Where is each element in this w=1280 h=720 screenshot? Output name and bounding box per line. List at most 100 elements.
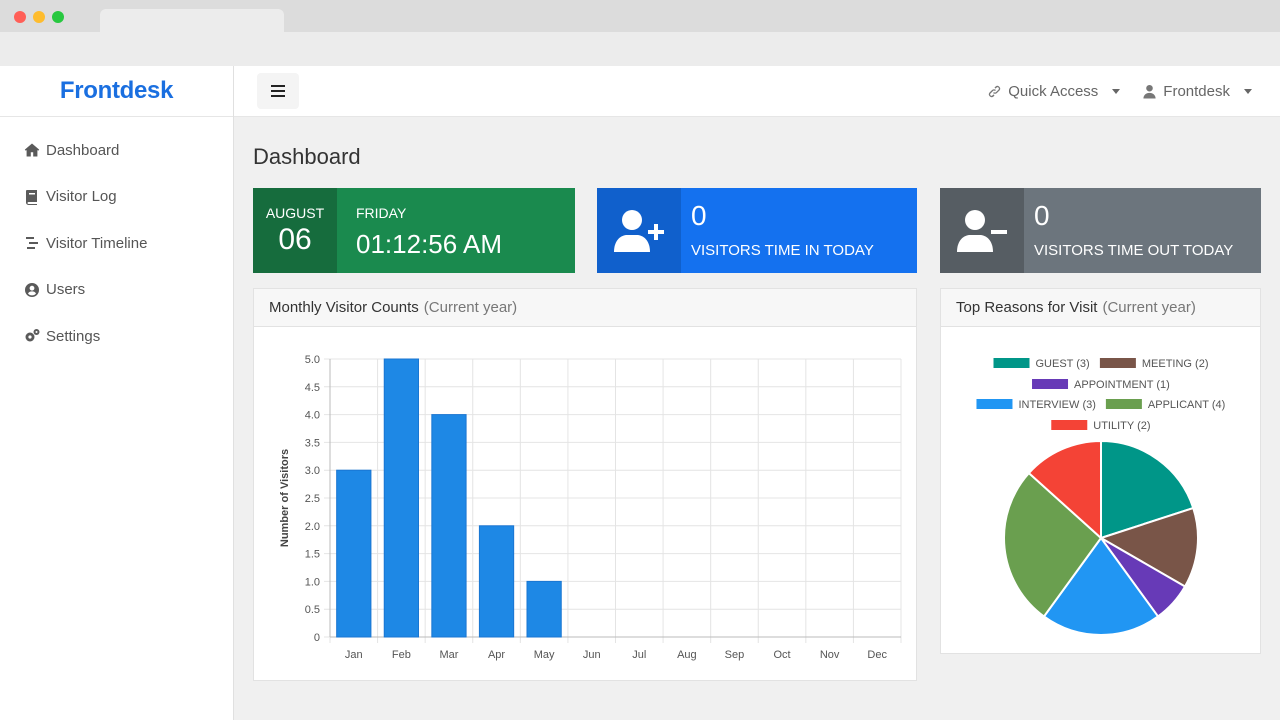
sidebar-item-label: Visitor Log: [46, 188, 117, 206]
time-in-count: 0: [691, 200, 707, 231]
x-tick-label: Oct: [773, 649, 790, 661]
page-title: Dashboard: [253, 144, 361, 169]
day-number: 06: [278, 222, 312, 256]
monthly-bar-chart: 0 0.5 1.0 1.5 2.0 2.5 3.0 3.5 4.0 4.5 5.0 Jan Feb Mar…: [279, 354, 902, 661]
bar: [526, 580, 562, 638]
legend-label: GUEST (3): [1035, 358, 1089, 370]
visitors-time-out-card[interactable]: 0 VISITORS TIME OUT TODAY: [940, 188, 1261, 273]
caret-down-icon: [1244, 89, 1252, 94]
y-tick-label: 2.5: [305, 493, 320, 505]
weekday-label: FRIDAY: [356, 204, 407, 221]
x-tick-label: Nov: [820, 649, 840, 661]
x-tick-label: Dec: [867, 649, 887, 661]
legend-swatch: [1105, 399, 1142, 409]
quick-access-label: Quick Access: [1008, 83, 1099, 100]
legend-swatch: [993, 358, 1030, 368]
sidebar-item-label: Visitor Timeline: [46, 234, 148, 252]
legend-swatch: [1051, 420, 1088, 430]
legend-swatch: [1032, 379, 1069, 389]
brand-text: Frontdesk: [59, 77, 174, 104]
visitors-time-in-card[interactable]: 0 VISITORS TIME IN TODAY: [597, 188, 917, 273]
y-tick-label: 2.0: [305, 521, 320, 533]
sidebar-nav: Dashboard Visitor Log Visitor Timeline U…: [0, 117, 233, 360]
sidebar-toggle-button[interactable]: [257, 73, 299, 109]
x-tick-label: Apr: [488, 649, 505, 661]
window-close-button[interactable]: [14, 11, 26, 23]
user-circle-icon: [23, 281, 41, 299]
sidebar-item-visitor-log[interactable]: Visitor Log: [0, 174, 233, 221]
timeline-icon: [23, 234, 41, 252]
date-block: AUGUST 06: [253, 188, 337, 273]
sidebar-item-settings[interactable]: Settings: [0, 313, 233, 360]
main-content: Dashboard AUGUST 06 FRIDAY 01:12:56 AM 0…: [234, 117, 1280, 720]
time-out-count: 0: [1034, 200, 1050, 231]
sidebar-item-users[interactable]: Users: [0, 267, 233, 314]
book-icon: [23, 188, 41, 206]
browser-tab[interactable]: [100, 9, 284, 32]
user-icon: [1143, 84, 1156, 99]
y-tick-label: 5.0: [305, 354, 320, 366]
top-right-menu: Quick Access Frontdesk: [987, 66, 1252, 117]
sidebar-item-label: Dashboard: [46, 141, 120, 159]
bar: [431, 414, 467, 638]
link-icon: [989, 85, 1001, 98]
legend-label: INTERVIEW (3): [1018, 399, 1095, 411]
legend-label: APPLICANT (4): [1148, 399, 1225, 411]
panel-subtitle: (Current year): [423, 299, 518, 316]
panel-header: Monthly Visitor Counts (Current year): [254, 289, 916, 327]
quick-access-dropdown[interactable]: Quick Access: [987, 83, 1121, 100]
top-reasons-panel: Top Reasons for Visit (Current year) GUE…: [940, 288, 1261, 654]
y-axis-title: Number of Visitors: [279, 449, 291, 547]
date-time-card: AUGUST 06 FRIDAY 01:12:56 AM: [253, 188, 575, 273]
y-tick-label: 1.5: [305, 549, 320, 561]
gears-icon: [23, 327, 41, 345]
x-tick-label: Mar: [439, 649, 458, 661]
user-name-label: Frontdesk: [1163, 83, 1230, 100]
legend-label: MEETING (2): [1142, 358, 1209, 370]
window-minimize-button[interactable]: [33, 11, 45, 23]
x-tick-label: Sep: [725, 649, 745, 661]
clock-time: 01:12:56 AM: [356, 228, 502, 259]
sidebar-item-label: Users: [46, 281, 86, 299]
y-tick-label: 4.0: [305, 410, 320, 422]
legend-label: APPOINTMENT (1): [1074, 379, 1170, 391]
y-tick-label: 0.5: [305, 604, 320, 616]
legend-swatch: [976, 399, 1013, 409]
panel-title: Monthly Visitor Counts: [269, 299, 419, 316]
sidebar-item-visitor-timeline[interactable]: Visitor Timeline: [0, 220, 233, 267]
time-in-label: VISITORS TIME IN TODAY: [691, 242, 874, 259]
sidebar-item-label: Settings: [46, 327, 101, 345]
sidebar-item-dashboard[interactable]: Dashboard: [0, 127, 233, 174]
panel-subtitle: (Current year): [1102, 299, 1196, 316]
user-dropdown[interactable]: Frontdesk: [1142, 83, 1252, 100]
x-tick-label: Aug: [677, 649, 697, 661]
y-tick-label: 0: [314, 632, 320, 644]
home-icon: [23, 141, 41, 159]
brand-logo[interactable]: Frontdesk: [0, 66, 233, 117]
user-plus-icon: [597, 188, 681, 273]
legend-label: UTILITY (2): [1093, 420, 1150, 432]
bar: [478, 525, 515, 638]
y-tick-label: 3.0: [305, 465, 320, 477]
y-tick-label: 3.5: [305, 437, 320, 449]
browser-chrome: [0, 0, 1280, 66]
bar: [336, 469, 372, 638]
caret-down-icon: [1112, 89, 1121, 94]
y-tick-label: 1.0: [305, 576, 320, 588]
x-tick-label: Jun: [583, 649, 601, 661]
bar: [383, 358, 420, 638]
panel-title: Top Reasons for Visit: [956, 299, 1098, 316]
monthly-visitor-counts-panel: Monthly Visitor Counts (Current year) 00…: [253, 288, 917, 681]
x-tick-label: May: [534, 649, 555, 661]
hamburger-icon: [271, 85, 285, 97]
reasons-pie-chart: GUEST (3) MEETING (2) APPOINTMENT (1) INTER…: [976, 358, 1225, 636]
x-tick-label: Feb: [392, 649, 411, 661]
time-out-label: VISITORS TIME OUT TODAY: [1034, 242, 1234, 259]
window-maximize-button[interactable]: [52, 11, 64, 23]
top-navbar: Quick Access Frontdesk: [234, 66, 1280, 117]
x-tick-label: Jan: [345, 649, 363, 661]
legend-swatch: [1099, 358, 1136, 368]
month-label: AUGUST: [265, 204, 325, 221]
sidebar: Frontdesk Dashboard Visitor Log Visitor …: [0, 66, 234, 720]
y-tick-label: 4.5: [305, 382, 320, 394]
